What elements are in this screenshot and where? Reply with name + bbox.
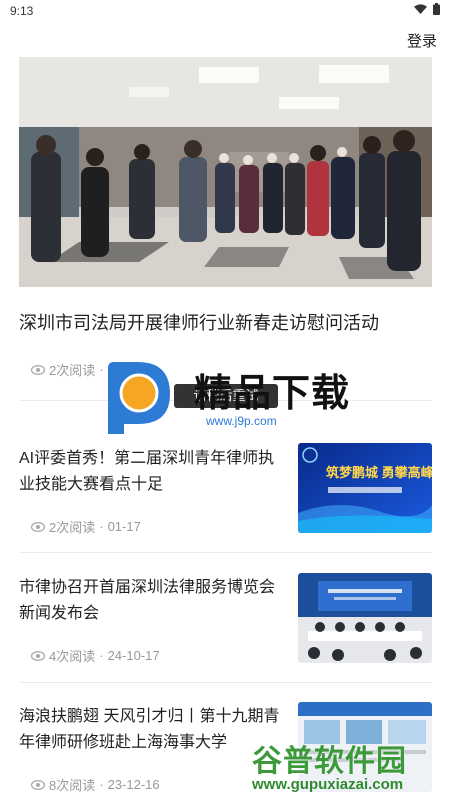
read-count: 4次阅读 <box>49 649 96 664</box>
article-meta: 2次阅读 · 01-17 <box>31 517 141 536</box>
eye-icon <box>31 521 45 532</box>
watermark-bottom: 谷普软件园 www.gupuxiazai.com <box>250 736 450 800</box>
login-button[interactable]: 登录 <box>407 30 437 51</box>
eye-icon <box>31 650 45 661</box>
eye-icon <box>31 364 45 375</box>
watermark-top: 请稍后重试 精品下载 www.j9p.com <box>98 356 358 440</box>
publish-date: 01-17 <box>107 519 141 534</box>
featured-image[interactable] <box>19 57 432 287</box>
divider <box>19 552 432 553</box>
watermark-url: www.j9p.com <box>206 414 277 428</box>
watermark-brand: 精品下载 <box>194 373 351 415</box>
article-thumbnail[interactable] <box>298 573 432 663</box>
article-title[interactable]: AI评委首秀！第二届深圳青年律师执业技能大赛看点十足 <box>19 446 287 498</box>
article-thumbnail[interactable]: 筑梦鹏城 勇攀高峰 <box>298 443 432 533</box>
eye-icon <box>31 779 45 790</box>
watermark-url: www.gupuxiazai.com <box>252 776 404 793</box>
read-count: 2次阅读 <box>49 520 96 535</box>
status-icons <box>414 3 440 15</box>
brand-logo-icon <box>108 362 170 434</box>
meta-separator: · <box>99 648 104 663</box>
article-title[interactable]: 市律协召开首届深圳法律服务博览会新闻发布会 <box>19 575 287 627</box>
status-bar: 9:13 <box>0 0 450 22</box>
publish-date: 23-12-16 <box>107 777 160 792</box>
article-meta: 4次阅读 · 24-10-17 <box>31 646 160 665</box>
featured-article-title[interactable]: 深圳市司法局开展律师行业新春走访慰问活动 <box>19 311 432 335</box>
status-time: 9:13 <box>10 4 34 18</box>
read-count: 8次阅读 <box>49 778 96 793</box>
meta-separator: · <box>99 777 104 792</box>
featured-article-meta: 2次阅读 · <box>31 360 104 379</box>
thumbnail-text: 筑梦鹏城 勇攀高峰 <box>326 465 432 480</box>
watermark-brand: 谷普软件园 <box>252 745 407 778</box>
battery-icon <box>433 3 440 15</box>
divider <box>19 682 432 683</box>
read-count: 2次阅读 <box>49 363 96 378</box>
publish-date: 24-10-17 <box>107 648 160 663</box>
article-title[interactable]: 海浪扶鹏翅 天风引才归丨第十九期青年律师研修班赴上海海事大学 <box>19 704 287 756</box>
article-meta: 8次阅读 · 23-12-16 <box>31 775 160 794</box>
meta-separator: · <box>99 519 104 534</box>
wifi-icon <box>414 4 427 14</box>
